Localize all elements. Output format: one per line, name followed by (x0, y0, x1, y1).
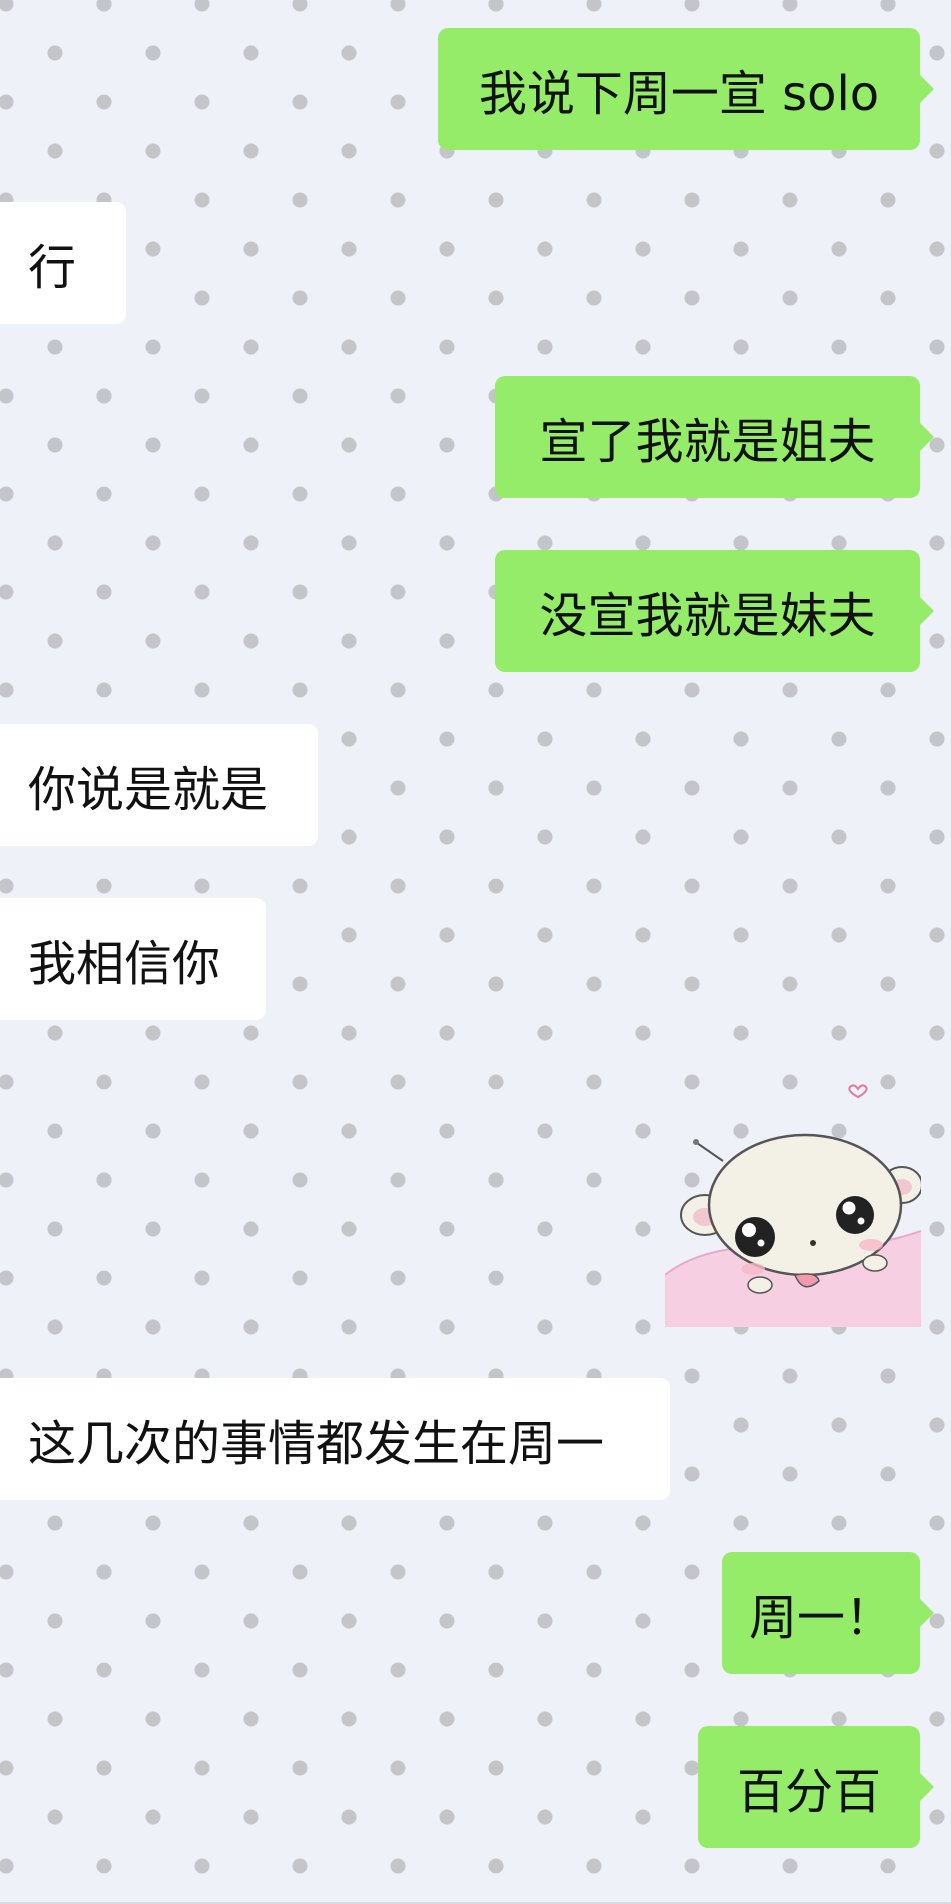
message-bubble-sent[interactable]: 周一！ (722, 1552, 934, 1674)
message-bubble-sent[interactable]: 没宣我就是妹夫 (495, 550, 934, 672)
chat-message-list[interactable]: 我说下周一宣 solo 行 宣了我就是姐夫 没宣我就是妹夫 你说是就是 我相信你 (0, 0, 951, 1904)
message-text: 我相信你 (28, 936, 221, 992)
message-bubble-sent[interactable]: 宣了我就是姐夫 (495, 376, 934, 498)
message-bubble-sent[interactable]: 我说下周一宣 solo (438, 28, 934, 150)
message-bubble-received[interactable]: 行 (0, 202, 126, 324)
hamster-sticker[interactable] (664, 1075, 923, 1327)
message-text: 没宣我就是妹夫 (539, 588, 876, 644)
message-text: 行 (28, 240, 77, 296)
message-text: 百分百 (736, 1764, 881, 1820)
hamster-icon (664, 1084, 923, 1327)
message-bubble-received[interactable]: 你说是就是 (0, 724, 318, 846)
message-text: 这几次的事情都发生在周一 (28, 1416, 605, 1472)
message-text: 宣了我就是姐夫 (539, 414, 876, 470)
message-text: 周一！ (748, 1590, 893, 1646)
message-bubble-sent[interactable]: 百分百 (698, 1726, 934, 1848)
message-bubble-received[interactable]: 这几次的事情都发生在周一 (0, 1378, 670, 1500)
message-text: 我说下周一宣 solo (478, 66, 880, 122)
message-bubble-received[interactable]: 我相信你 (0, 898, 266, 1020)
message-text: 你说是就是 (28, 762, 269, 818)
